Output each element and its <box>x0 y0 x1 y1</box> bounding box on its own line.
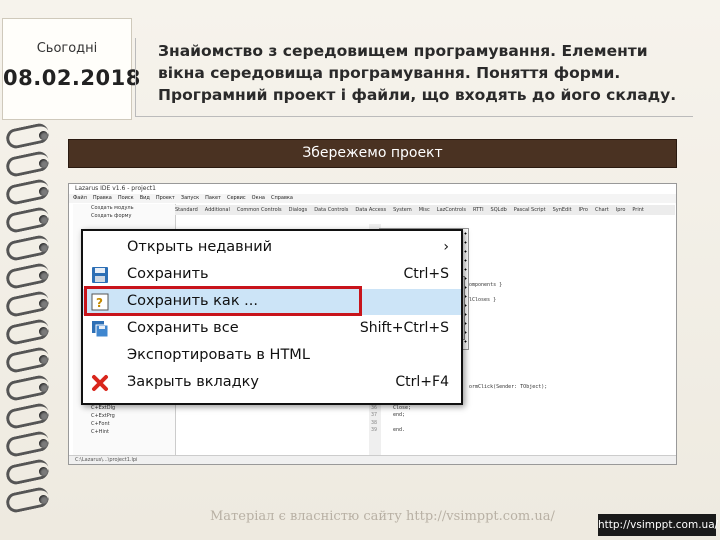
menu-shortcut: Ctrl+S <box>403 266 449 282</box>
close-x-icon <box>91 374 109 392</box>
section-banner: Збережемо проект <box>68 139 677 168</box>
left-panel-row[interactable]: C+ExtDlg <box>73 404 175 412</box>
menu-item-label: Экспортировать в HTML <box>127 347 310 363</box>
ide-menu-item[interactable]: Окна <box>252 195 265 201</box>
ide-menu-item[interactable]: Запуск <box>181 195 199 201</box>
footer-url[interactable]: http://vsimppt.com.ua/ <box>598 514 718 536</box>
left-panel-row[interactable]: C+Hint <box>73 428 175 436</box>
palette-tab[interactable]: Data Access <box>355 207 386 213</box>
ide-statusbar: C:\Lazarus\...\project1.lpi <box>69 455 676 464</box>
menu-item-label: Сохранить <box>127 266 209 282</box>
menu-item-close-tab[interactable]: Закрыть вкладку Ctrl+F4 <box>83 370 461 396</box>
left-panel-row[interactable] <box>73 220 175 228</box>
ide-menu-item[interactable]: Сервис <box>227 195 246 201</box>
ide-menu-item[interactable]: Справка <box>271 195 293 201</box>
slide-title: Знайомство з середовищем програмування. … <box>158 42 677 104</box>
palette-tab[interactable]: RTTI <box>473 207 484 213</box>
palette-tab[interactable]: Ipro <box>616 207 626 213</box>
menu-item-export-html[interactable]: Экспортировать в HTML <box>83 343 461 369</box>
submenu-arrow-icon: › <box>443 239 449 255</box>
menu-item-label: Сохранить все <box>127 320 239 336</box>
menu-shortcut: Ctrl+F4 <box>395 374 449 390</box>
code-line: ormClick(Sender: TObject); <box>469 384 548 390</box>
save-all-icon <box>91 320 109 338</box>
palette-tab[interactable]: Standard <box>175 207 198 213</box>
date-value: 08.02.2018 <box>3 66 141 90</box>
ide-menu-item[interactable]: Файл <box>73 195 87 201</box>
watermark: Матеріал є власністю сайту http://vsimpp… <box>210 509 555 524</box>
left-panel-row[interactable]: Создать форму <box>73 212 175 220</box>
ide-menu-item[interactable]: Пакет <box>205 195 221 201</box>
menu-shortcut: Shift+Ctrl+S <box>359 320 449 336</box>
date-label: Сьогодні <box>36 41 98 56</box>
highlight-frame <box>84 286 362 316</box>
ide-titlebar: Lazarus IDE v1.6 - project1 <box>69 184 676 194</box>
line-number: 39 <box>371 427 378 433</box>
palette-tab[interactable]: Additional <box>205 207 230 213</box>
code-line: lCloses } <box>469 297 497 303</box>
floppy-icon <box>91 266 109 284</box>
title-divider <box>135 116 693 117</box>
palette-tab[interactable]: Common Controls <box>237 207 282 213</box>
palette-tab[interactable]: Print <box>632 207 644 213</box>
line-number: 36 <box>371 405 378 411</box>
palette-tab[interactable]: Dialogs <box>289 207 308 213</box>
ide-menu-item[interactable]: Проект <box>156 195 175 201</box>
line-number: 37 <box>371 412 378 418</box>
palette-tab[interactable]: Data Controls <box>314 207 348 213</box>
palette-tab[interactable]: SQLdb <box>491 207 507 213</box>
menu-item-save[interactable]: Сохранить Ctrl+S <box>83 262 461 288</box>
ide-menubar: Файл Правка Поиск Вид Проект Запуск Пакет Серви… <box>69 194 676 203</box>
component-palette-tabs: Standard Additional Common Controls Dialogs… <box>175 205 675 215</box>
code-line: end; <box>393 412 406 418</box>
menu-item-open-recent[interactable]: Открыть недавний › <box>83 235 461 261</box>
palette-tab[interactable]: Chart <box>595 207 609 213</box>
ide-menu-item[interactable]: Правка <box>93 195 112 201</box>
code-line: Close; <box>393 405 412 411</box>
ide-menu-item[interactable]: Поиск <box>118 195 134 201</box>
palette-tab[interactable]: IPro <box>579 207 588 213</box>
palette-tab[interactable]: Pascal Script <box>514 207 546 213</box>
palette-tab[interactable]: System <box>393 207 412 213</box>
ide-menu-item[interactable]: Вид <box>140 195 150 201</box>
menu-item-label: Закрыть вкладку <box>127 374 260 390</box>
left-panel-row[interactable]: C+Font <box>73 420 175 428</box>
palette-tab[interactable]: Misc <box>419 207 430 213</box>
palette-tab[interactable]: SynEdit <box>553 207 572 213</box>
menu-item-save-all[interactable]: Сохранить все Shift+Ctrl+S <box>83 316 461 342</box>
left-panel-row[interactable]: C+ExtPrg <box>73 412 175 420</box>
line-number: 38 <box>371 420 378 426</box>
date-card: Сьогодні 08.02.2018 <box>2 18 141 120</box>
left-panel-row[interactable]: Создать модуль <box>73 204 175 212</box>
palette-tab[interactable]: LazControls <box>437 207 466 213</box>
title-divider-vertical <box>135 38 136 116</box>
code-line: end. <box>393 427 406 433</box>
code-line: omponents } <box>469 282 503 288</box>
file-menu-zoomed: Открыть недавний › Сохранить Ctrl+S ? Со… <box>81 229 463 405</box>
menu-item-label: Открыть недавний <box>127 239 273 255</box>
